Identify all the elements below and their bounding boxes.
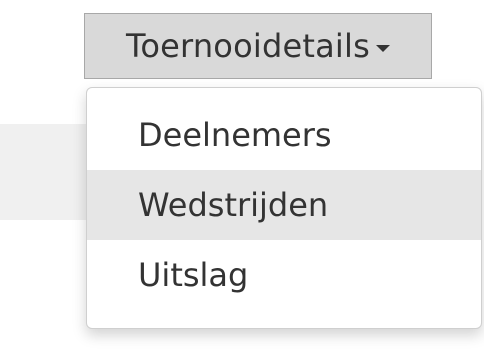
tournament-details-dropdown-toggle[interactable]: Toernooidetails xyxy=(84,13,432,79)
caret-down-icon xyxy=(375,44,390,52)
page: Toernooidetails Deelnemers Wedstrijden U… xyxy=(0,0,484,353)
menu-item-wedstrijden[interactable]: Wedstrijden xyxy=(87,170,481,240)
background-panel xyxy=(0,124,100,220)
dropdown-toggle-label: Toernooidetails xyxy=(126,27,370,65)
menu-item-uitslag[interactable]: Uitslag xyxy=(87,240,481,310)
dropdown-menu: Deelnemers Wedstrijden Uitslag xyxy=(86,87,482,329)
menu-item-deelnemers[interactable]: Deelnemers xyxy=(87,100,481,170)
